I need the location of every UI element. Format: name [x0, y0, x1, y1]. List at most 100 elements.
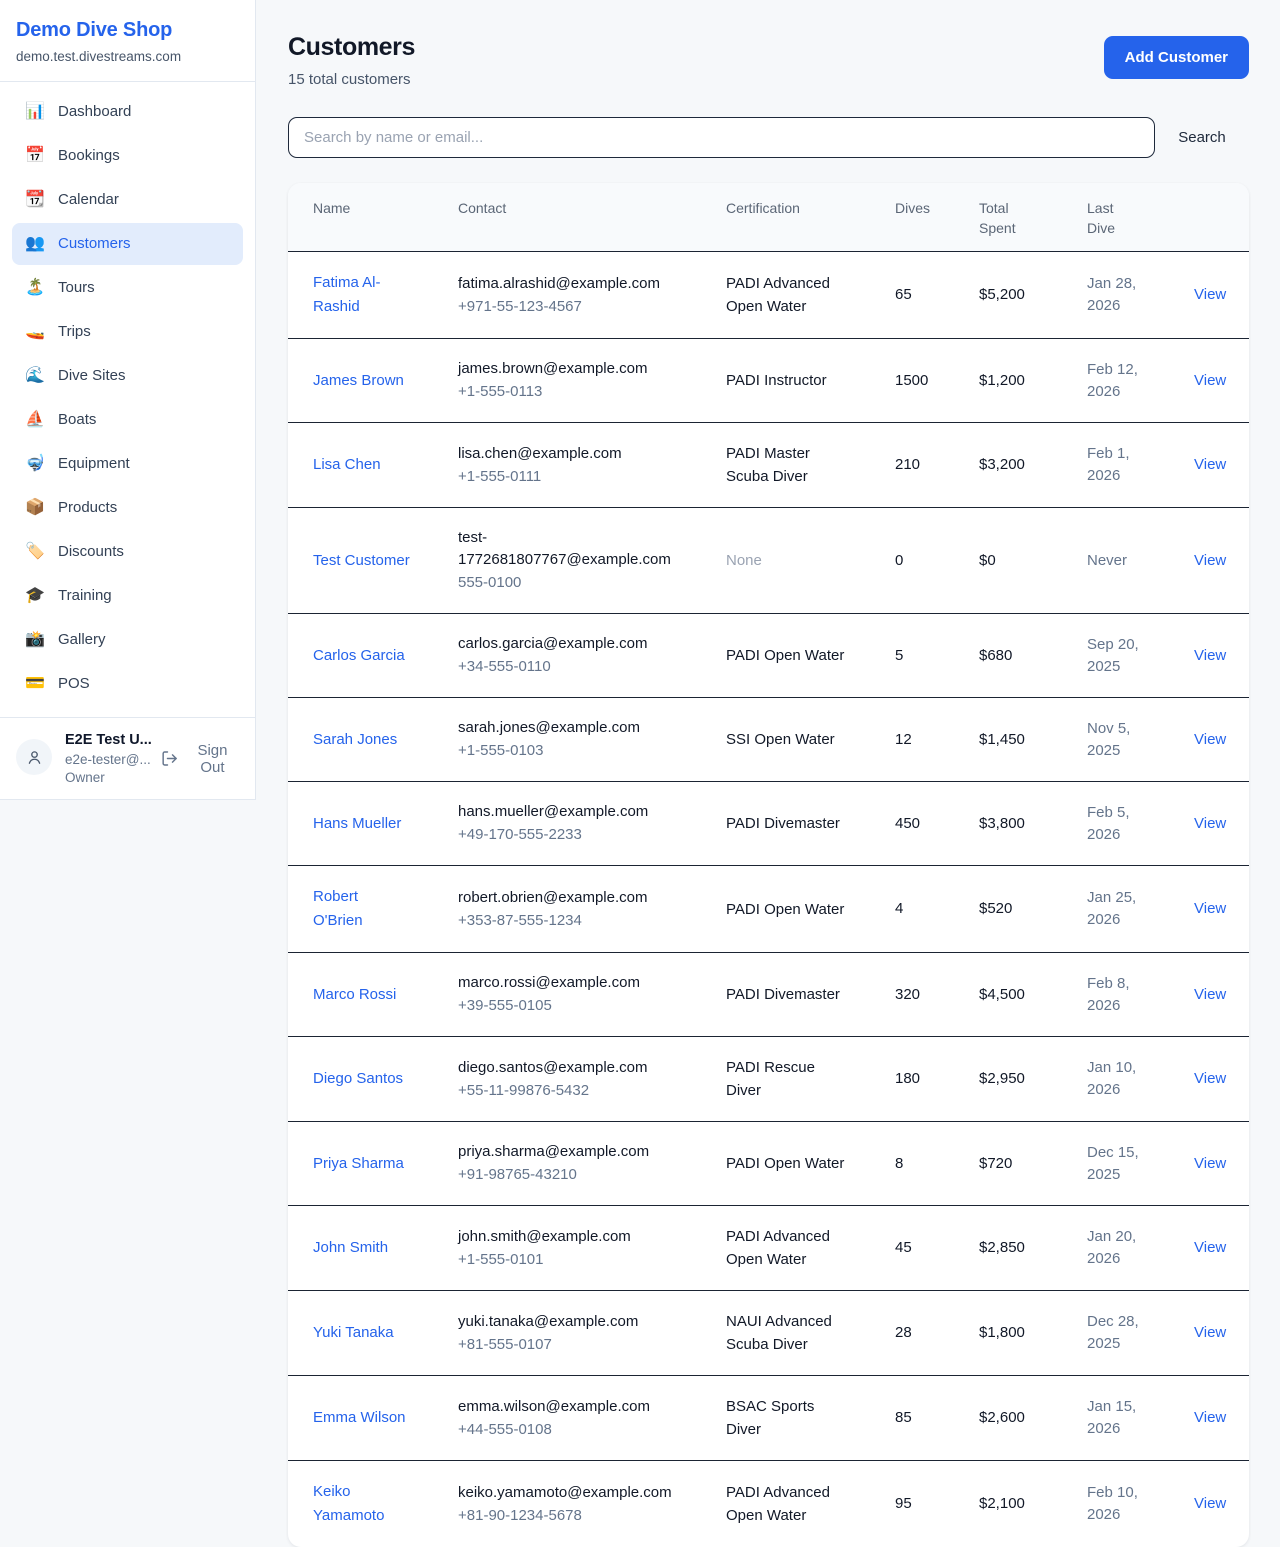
- cell-contact: test-1772681807767@example.com555-0100: [433, 508, 701, 614]
- customer-name-link[interactable]: Test Customer: [313, 549, 410, 573]
- customer-phone: +1-555-0111: [458, 466, 693, 488]
- cell-last-dive: Jan 28, 2026: [1062, 252, 1172, 339]
- view-link[interactable]: View: [1194, 647, 1226, 664]
- customer-name-link[interactable]: James Brown: [313, 369, 404, 393]
- cell-total-spent: $2,950: [954, 1037, 1062, 1122]
- customer-certification: PADI Open Water: [726, 898, 852, 921]
- search-button[interactable]: Search: [1155, 129, 1249, 146]
- cell-total-spent: $520: [954, 866, 1062, 953]
- customer-name-link[interactable]: Robert O'Brien: [313, 885, 410, 933]
- view-link[interactable]: View: [1194, 1155, 1226, 1172]
- view-link[interactable]: View: [1194, 372, 1226, 389]
- customer-email: diego.santos@example.com: [458, 1057, 693, 1079]
- sidebar-item-label: Training: [58, 585, 112, 607]
- customer-name-link[interactable]: Yuki Tanaka: [313, 1321, 394, 1345]
- sidebar-item-dive-sites[interactable]: 🌊Dive Sites: [12, 355, 243, 397]
- sidebar-item-label: Gallery: [58, 629, 106, 651]
- cell-view: View: [1172, 508, 1249, 614]
- cell-contact: fatima.alrashid@example.com+971-55-123-4…: [433, 252, 701, 339]
- tear-off-calendar-icon: 📆: [25, 189, 45, 211]
- sidebar-item-label: Products: [58, 497, 117, 519]
- customer-name-link[interactable]: Priya Sharma: [313, 1152, 404, 1176]
- customer-email: emma.wilson@example.com: [458, 1396, 693, 1418]
- cell-total-spent: $5,200: [954, 252, 1062, 339]
- customer-last-dive: Feb 10, 2026: [1087, 1482, 1147, 1526]
- search-input[interactable]: [288, 117, 1155, 158]
- view-link[interactable]: View: [1194, 900, 1226, 917]
- view-link[interactable]: View: [1194, 731, 1226, 748]
- cell-view: View: [1172, 866, 1249, 953]
- wave-icon: 🌊: [25, 365, 45, 387]
- view-link[interactable]: View: [1194, 986, 1226, 1003]
- sidebar-item-bookings[interactable]: 📅Bookings: [12, 135, 243, 177]
- sidebar-item-pos[interactable]: 💳POS: [12, 663, 243, 705]
- customer-name-link[interactable]: Marco Rossi: [313, 983, 396, 1007]
- customer-name-link[interactable]: Lisa Chen: [313, 453, 381, 477]
- customer-name-link[interactable]: Sarah Jones: [313, 728, 397, 752]
- col-header-certification: Certification: [701, 183, 870, 252]
- sidebar-item-dashboard[interactable]: 📊Dashboard: [12, 91, 243, 133]
- customer-certification: BSAC Sports Diver: [726, 1395, 852, 1441]
- cell-contact: keiko.yamamoto@example.com+81-90-1234-56…: [433, 1461, 701, 1547]
- customer-name-link[interactable]: John Smith: [313, 1236, 388, 1260]
- cell-contact: yuki.tanaka@example.com+81-555-0107: [433, 1291, 701, 1376]
- customer-email: lisa.chen@example.com: [458, 443, 693, 465]
- cell-dives: 180: [870, 1037, 954, 1122]
- table-row: Yuki Tanaka yuki.tanaka@example.com+81-55…: [288, 1291, 1249, 1376]
- page-header: Customers 15 total customers Add Custome…: [288, 33, 1249, 88]
- customer-name-link[interactable]: Carlos Garcia: [313, 644, 405, 668]
- customer-name-link[interactable]: Keiko Yamamoto: [313, 1480, 410, 1528]
- sidebar-item-trips[interactable]: 🚤Trips: [12, 311, 243, 353]
- view-link[interactable]: View: [1194, 456, 1226, 473]
- cell-contact: robert.obrien@example.com+353-87-555-123…: [433, 866, 701, 953]
- view-link[interactable]: View: [1194, 1239, 1226, 1256]
- customer-email: yuki.tanaka@example.com: [458, 1311, 693, 1333]
- sidebar-item-boats[interactable]: ⛵Boats: [12, 399, 243, 441]
- table-row: Priya Sharmapriya.sharma@example.com+91-…: [288, 1122, 1249, 1206]
- cell-last-dive: Dec 15, 2025: [1062, 1122, 1172, 1206]
- customer-last-dive: Jan 15, 2026: [1087, 1396, 1147, 1440]
- customer-name-link[interactable]: Hans Mueller: [313, 812, 401, 836]
- table-row: Lisa Chen lisa.chen@example.com+1-555-011…: [288, 423, 1249, 508]
- sidebar-item-label: Trips: [58, 321, 91, 343]
- sidebar-item-products[interactable]: 📦 Products: [12, 487, 243, 529]
- customer-email: john.smith@example.com: [458, 1226, 693, 1248]
- sidebar-item-discounts[interactable]: 🏷️Discounts: [12, 531, 243, 573]
- view-link[interactable]: View: [1194, 1070, 1226, 1087]
- add-customer-button[interactable]: Add Customer: [1104, 36, 1249, 79]
- sidebar-item-calendar[interactable]: 📆Calendar: [12, 179, 243, 221]
- sidebar-item-label: Customers: [58, 233, 131, 255]
- cell-contact: john.smith@example.com+1-555-0101: [433, 1206, 701, 1291]
- table-header: Name Contact Certification Dives Total S…: [288, 183, 1249, 252]
- customer-certification: PADI Advanced Open Water: [726, 1225, 852, 1271]
- package-icon: 📦: [25, 497, 45, 519]
- sidebar-item-tours[interactable]: 🏝️Tours: [12, 267, 243, 309]
- cell-view: View: [1172, 698, 1249, 782]
- view-link[interactable]: View: [1194, 1409, 1226, 1426]
- customer-name-link[interactable]: Diego Santos: [313, 1067, 403, 1091]
- brand-name: Demo Dive Shop: [16, 19, 239, 42]
- view-link[interactable]: View: [1194, 815, 1226, 832]
- cell-certification: PADI Advanced Open Water: [701, 1461, 870, 1547]
- cell-last-dive: Feb 5, 2026: [1062, 782, 1172, 866]
- sidebar-item-gallery[interactable]: 📸Gallery: [12, 619, 243, 661]
- customer-email: carlos.garcia@example.com: [458, 633, 693, 655]
- customer-name-link[interactable]: Emma Wilson: [313, 1406, 406, 1430]
- customers-table: Name Contact Certification Dives Total S…: [288, 183, 1249, 1547]
- view-link[interactable]: View: [1194, 552, 1226, 569]
- sidebar-item-equipment[interactable]: 🤿Equipment: [12, 443, 243, 485]
- customer-name-link[interactable]: Fatima Al-Rashid: [313, 271, 410, 319]
- col-header-actions: [1172, 183, 1249, 252]
- view-link[interactable]: View: [1194, 286, 1226, 303]
- cell-certification: PADI Master Scuba Diver: [701, 423, 870, 508]
- view-link[interactable]: View: [1194, 1495, 1226, 1512]
- cell-dives: 450: [870, 782, 954, 866]
- view-link[interactable]: View: [1194, 1324, 1226, 1341]
- customer-phone: +1-555-0103: [458, 740, 693, 762]
- table-row: Robert O'Brien robert.obrien@example.com+…: [288, 866, 1249, 953]
- sign-out-button[interactable]: Sign Out: [161, 742, 239, 776]
- cell-dives: 1500: [870, 339, 954, 423]
- sidebar-item-training[interactable]: 🎓Training: [12, 575, 243, 617]
- col-header-label: Certification: [726, 198, 800, 218]
- sidebar-item-customers[interactable]: 👥Customers: [12, 223, 243, 265]
